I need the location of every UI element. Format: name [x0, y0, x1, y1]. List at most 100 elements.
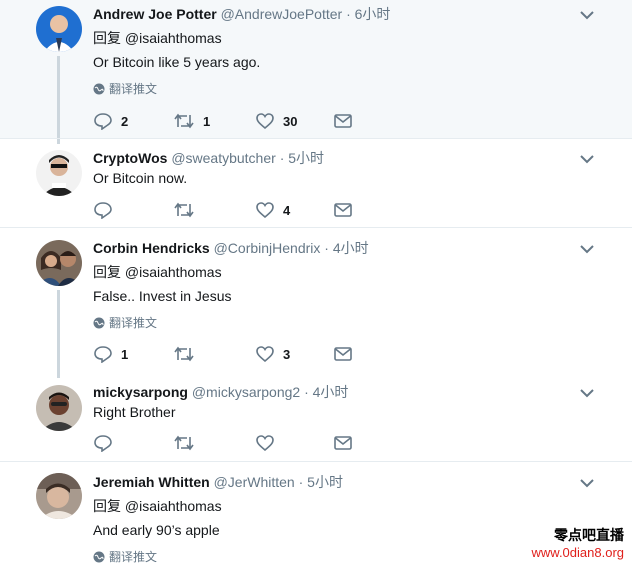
tweet-text: And early 90’s apple — [93, 522, 220, 538]
tweet-header: CryptoWos @sweatybutcher · 5小时 — [93, 149, 324, 167]
reply-button[interactable] — [93, 432, 121, 454]
reply-button[interactable]: 2 — [93, 110, 128, 132]
thread-line — [57, 290, 60, 378]
tweet-header: mickysarpong @mickysarpong2 · 4小时 — [93, 383, 348, 401]
globe-icon — [93, 551, 105, 563]
tweet-actions: 1 3 — [93, 343, 363, 365]
like-button[interactable] — [255, 432, 283, 454]
tweet-header: Jeremiah Whitten @JerWhitten · 5小时 — [93, 473, 343, 491]
author-name[interactable]: Corbin Hendricks — [93, 240, 210, 256]
tweet-actions — [93, 432, 363, 454]
tweet-text: Or Bitcoin now. — [93, 170, 188, 186]
reply-prefix: 回复 — [93, 498, 121, 514]
reply-mention[interactable]: @isaiahthomas — [125, 30, 222, 46]
author-name[interactable]: Andrew Joe Potter — [93, 6, 217, 22]
translate-label[interactable]: 翻译推文 — [109, 549, 157, 565]
author-name[interactable]: mickysarpong — [93, 384, 188, 400]
retweet-button[interactable] — [173, 432, 203, 454]
translate-link[interactable]: 翻译推文 — [93, 315, 157, 331]
tweet-actions: 4 — [93, 199, 363, 221]
retweet-icon — [174, 113, 194, 129]
dm-button[interactable] — [333, 432, 353, 454]
translate-label[interactable]: 翻译推文 — [109, 315, 157, 331]
like-count: 4 — [283, 202, 291, 218]
chevron-down-icon[interactable] — [578, 240, 596, 258]
author-handle[interactable]: @JerWhitten — [214, 474, 295, 490]
tweet-text: Right Brother — [93, 404, 176, 420]
heart-icon — [256, 202, 274, 219]
retweet-icon — [174, 435, 194, 451]
author-handle[interactable]: @CorbinjHendrix — [214, 240, 321, 256]
tweet-text: False.. Invest in Jesus — [93, 288, 232, 304]
watermark-url: www.0dian8.org — [531, 545, 625, 560]
author-name[interactable]: Jeremiah Whitten — [93, 474, 210, 490]
author-handle[interactable]: @mickysarpong2 — [192, 384, 300, 400]
author-name[interactable]: CryptoWos — [93, 150, 167, 166]
retweet-icon — [174, 346, 194, 362]
timestamp[interactable]: · 5小时 — [299, 474, 343, 490]
tweet-header: Corbin Hendricks @CorbinjHendrix · 4小时 — [93, 239, 369, 257]
dm-button[interactable] — [333, 343, 353, 365]
dm-button[interactable] — [333, 110, 353, 132]
chevron-down-icon[interactable] — [578, 474, 596, 492]
translate-label[interactable]: 翻译推文 — [109, 81, 157, 97]
reply-prefix: 回复 — [93, 30, 121, 46]
timestamp[interactable]: · 6小时 — [346, 6, 390, 22]
chevron-down-icon[interactable] — [578, 150, 596, 168]
author-handle[interactable]: @sweatybutcher — [171, 150, 275, 166]
translate-link[interactable]: 翻译推文 — [93, 549, 157, 565]
reply-prefix: 回复 — [93, 264, 121, 280]
like-count: 30 — [283, 113, 298, 129]
reply-count: 2 — [121, 113, 129, 129]
avatar-andrew[interactable] — [36, 6, 82, 52]
avatar-micky[interactable] — [36, 385, 82, 431]
thread-line — [57, 56, 60, 144]
globe-icon — [93, 317, 105, 329]
reply-icon — [94, 202, 112, 219]
reply-button[interactable]: 1 — [93, 343, 128, 365]
reply-to-line: 回复 @isaiahthomas — [93, 497, 222, 515]
retweet-icon — [174, 202, 194, 218]
reply-icon — [94, 435, 112, 452]
retweet-count: 1 — [203, 113, 211, 129]
watermark-title: 零点吧直播 — [554, 527, 624, 543]
chevron-down-icon[interactable] — [578, 384, 596, 402]
heart-icon — [256, 113, 274, 130]
reply-icon — [94, 346, 112, 363]
timestamp[interactable]: · 4小时 — [324, 240, 368, 256]
tweet-text: Or Bitcoin like 5 years ago. — [93, 54, 261, 70]
like-button[interactable]: 30 — [255, 110, 297, 132]
author-handle[interactable]: @AndrewJoePotter — [221, 6, 343, 22]
timestamp[interactable]: · 4小时 — [304, 384, 348, 400]
tweet-actions: 2 1 30 — [93, 110, 363, 132]
retweet-button[interactable] — [173, 199, 203, 221]
envelope-icon — [334, 436, 352, 450]
like-button[interactable]: 3 — [255, 343, 290, 365]
dm-button[interactable] — [333, 199, 353, 221]
envelope-icon — [334, 203, 352, 217]
reply-button[interactable] — [93, 199, 121, 221]
globe-icon — [93, 83, 105, 95]
timestamp[interactable]: · 5小时 — [280, 150, 324, 166]
tweet-header: Andrew Joe Potter @AndrewJoePotter · 6小时 — [93, 5, 390, 23]
reply-mention[interactable]: @isaiahthomas — [125, 264, 222, 280]
reply-to-line: 回复 @isaiahthomas — [93, 263, 222, 281]
chevron-down-icon[interactable] — [578, 6, 596, 24]
reply-icon — [94, 113, 112, 130]
like-count: 3 — [283, 346, 291, 362]
reply-mention[interactable]: @isaiahthomas — [125, 498, 222, 514]
envelope-icon — [334, 114, 352, 128]
like-button[interactable]: 4 — [255, 199, 290, 221]
watermark: 零点吧直播 www.0dian8.org — [532, 526, 625, 562]
retweet-button[interactable]: 1 — [173, 110, 210, 132]
avatar-jeremiah[interactable] — [36, 473, 82, 519]
translate-link[interactable]: 翻译推文 — [93, 81, 157, 97]
reply-to-line: 回复 @isaiahthomas — [93, 29, 222, 47]
heart-icon — [256, 435, 274, 452]
envelope-icon — [334, 347, 352, 361]
avatar-cryptowos[interactable] — [36, 150, 82, 196]
retweet-button[interactable] — [173, 343, 203, 365]
reply-count: 1 — [121, 346, 129, 362]
avatar-corbin[interactable] — [36, 240, 82, 286]
heart-icon — [256, 346, 274, 363]
